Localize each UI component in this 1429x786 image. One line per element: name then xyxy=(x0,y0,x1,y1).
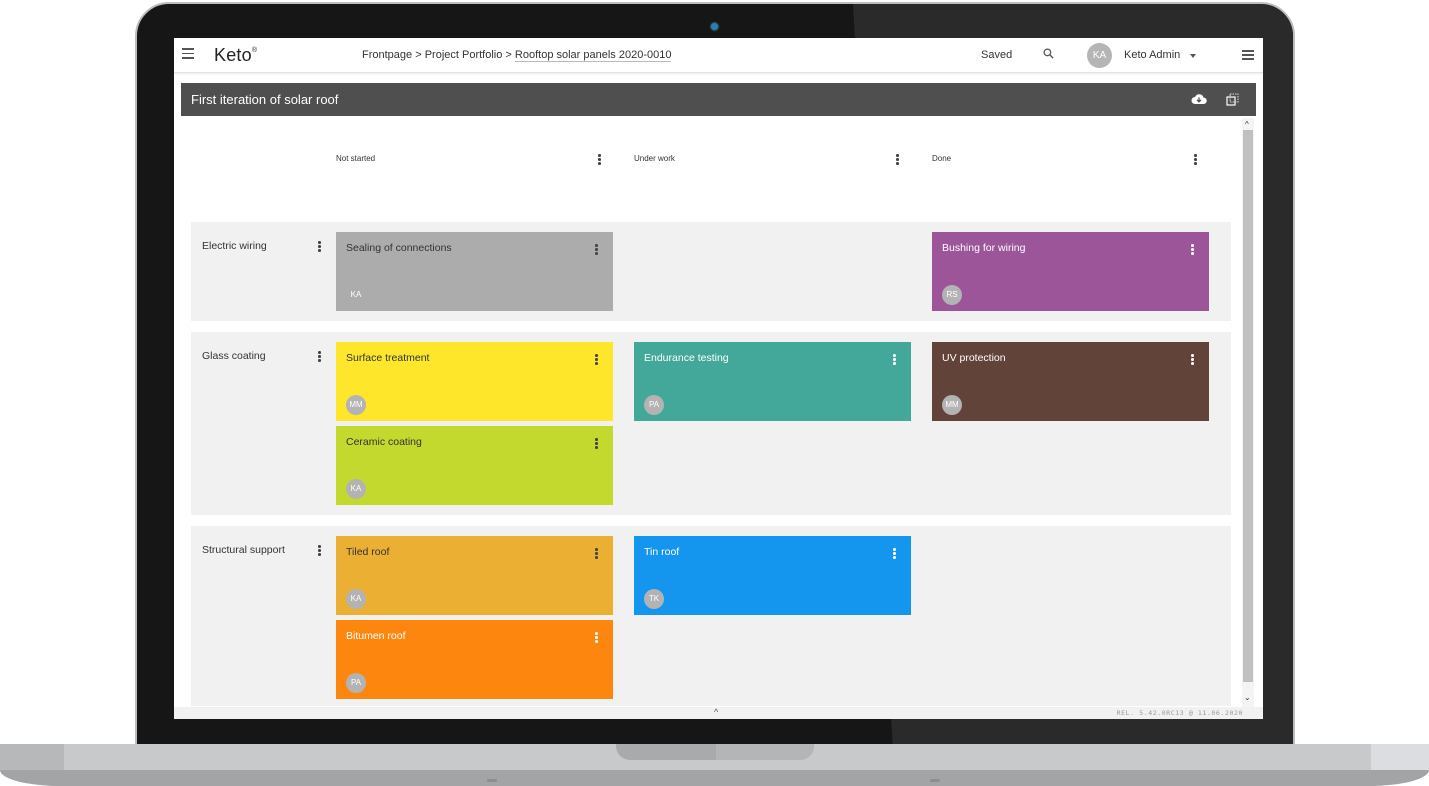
swimlane: Glass coating Surface treatment MM Ceramic … xyxy=(191,332,1231,515)
card-title: Bitumen roof xyxy=(346,630,406,642)
save-status: Saved xyxy=(981,49,1013,61)
user-avatar[interactable]: KA xyxy=(1087,43,1112,68)
more-options-icon[interactable] xyxy=(893,548,896,560)
more-options-icon[interactable] xyxy=(318,351,321,363)
board-title-bar: First iteration of solar roof xyxy=(181,83,1256,116)
expand-icon[interactable] xyxy=(1226,93,1239,106)
top-navigation-bar: Keto® Frontpage > Project Portfolio > Ro… xyxy=(174,38,1263,73)
assignee-avatar[interactable]: PA xyxy=(346,673,366,693)
more-options-icon[interactable] xyxy=(595,548,598,560)
task-card[interactable]: Endurance testing PA xyxy=(634,342,911,421)
scrollbar-thumb[interactable] xyxy=(1243,130,1253,682)
laptop-base-edge-left xyxy=(0,744,64,770)
card-title: Tin roof xyxy=(644,546,680,558)
card-title: UV protection xyxy=(942,352,1006,364)
column-header: Done xyxy=(932,154,952,163)
breadcrumb-separator: > xyxy=(502,49,515,61)
swimlane-title: Electric wiring xyxy=(202,240,267,252)
assignee-avatar[interactable]: PA xyxy=(644,395,664,415)
task-card[interactable]: Surface treatment MM xyxy=(336,342,613,421)
assignee-avatar[interactable]: MM xyxy=(942,395,962,415)
logo-mark: ® xyxy=(251,47,258,54)
more-options-icon[interactable] xyxy=(1191,354,1194,366)
hamburger-menu-icon[interactable] xyxy=(182,48,194,59)
kanban-board: Click here to create Row Not startedUnde… xyxy=(181,116,1241,706)
menu-icon[interactable] xyxy=(1242,50,1254,60)
vertical-scrollbar[interactable]: ^ ⌄ xyxy=(1242,118,1254,708)
cloud-download-icon[interactable] xyxy=(1191,93,1207,105)
more-options-icon[interactable] xyxy=(893,354,896,366)
more-options-icon[interactable] xyxy=(896,154,899,166)
more-options-icon[interactable] xyxy=(1191,244,1194,256)
assignee-avatar[interactable]: KA xyxy=(346,285,366,305)
task-card[interactable]: Tin roof TK xyxy=(634,536,911,615)
assignee-avatar[interactable]: MM xyxy=(346,395,366,415)
assignee-avatar[interactable]: RS xyxy=(942,285,962,305)
camera-icon xyxy=(711,23,718,30)
more-options-icon[interactable] xyxy=(595,438,598,450)
laptop-foot xyxy=(487,779,497,782)
laptop-foot xyxy=(930,779,940,782)
scroll-down-icon[interactable]: ⌄ xyxy=(1244,693,1251,702)
card-title: Sealing of connections xyxy=(346,242,452,254)
laptop-notch-highlight xyxy=(716,744,814,760)
card-title: Ceramic coating xyxy=(346,436,422,448)
swimlane-title: Structural support xyxy=(202,544,285,556)
caret-down-icon[interactable] xyxy=(1190,54,1196,58)
card-title: Bushing for wiring xyxy=(942,242,1026,254)
breadcrumb-separator: > xyxy=(412,49,425,61)
task-card[interactable]: UV protection MM xyxy=(932,342,1209,421)
more-options-icon[interactable] xyxy=(595,244,598,256)
task-card[interactable]: Ceramic coating KA xyxy=(336,426,613,505)
breadcrumb-item[interactable]: Frontpage xyxy=(362,49,412,61)
breadcrumb-item[interactable]: Project Portfolio xyxy=(425,49,503,61)
task-card[interactable]: Sealing of connections KA xyxy=(336,232,613,311)
more-options-icon[interactable] xyxy=(1194,154,1197,166)
laptop-base-bottom xyxy=(0,770,1429,786)
app-screen: Keto® Frontpage > Project Portfolio > Ro… xyxy=(174,38,1263,719)
board-title: First iteration of solar roof xyxy=(191,92,339,107)
chevron-up-icon[interactable]: ^ xyxy=(714,707,718,717)
more-options-icon[interactable] xyxy=(318,545,321,557)
breadcrumb-item[interactable]: Rooftop solar panels 2020-0010 xyxy=(514,49,672,62)
release-version: REL. 5.42.0RC13 @ 11.06.2020 xyxy=(1116,709,1243,717)
card-title: Surface treatment xyxy=(346,352,430,364)
column-header: Not started xyxy=(336,154,376,163)
laptop-base-edge-right xyxy=(1371,744,1429,770)
app-logo[interactable]: Keto® xyxy=(214,45,257,66)
task-card[interactable]: Bitumen roof PA xyxy=(336,620,613,699)
footer-bar: ^ REL. 5.42.0RC13 @ 11.06.2020 xyxy=(174,707,1263,719)
assignee-avatar[interactable]: TK xyxy=(644,589,664,609)
breadcrumb: Frontpage > Project Portfolio > Rooftop … xyxy=(362,49,672,62)
task-card[interactable]: Tiled roof KA xyxy=(336,536,613,615)
more-options-icon[interactable] xyxy=(595,632,598,644)
assignee-avatar[interactable]: KA xyxy=(346,479,366,499)
swimlane-title: Glass coating xyxy=(202,350,266,362)
swimlane: Electric wiring Sealing of connections KA B… xyxy=(191,222,1231,321)
card-title: Tiled roof xyxy=(346,546,390,558)
card-title: Endurance testing xyxy=(644,352,729,364)
swimlane: Structural support Tiled roof KA Bitumen ro… xyxy=(191,526,1231,706)
more-options-icon[interactable] xyxy=(595,354,598,366)
search-icon[interactable] xyxy=(1043,48,1054,59)
more-options-icon[interactable] xyxy=(318,241,321,253)
scroll-up-icon[interactable]: ^ xyxy=(1245,120,1251,129)
column-header: Under work xyxy=(634,154,675,163)
more-options-icon[interactable] xyxy=(598,154,601,166)
user-name[interactable]: Keto Admin xyxy=(1124,49,1180,61)
logo-text: Keto xyxy=(214,45,252,65)
assignee-avatar[interactable]: KA xyxy=(346,589,366,609)
task-card[interactable]: Bushing for wiring RS xyxy=(932,232,1209,311)
